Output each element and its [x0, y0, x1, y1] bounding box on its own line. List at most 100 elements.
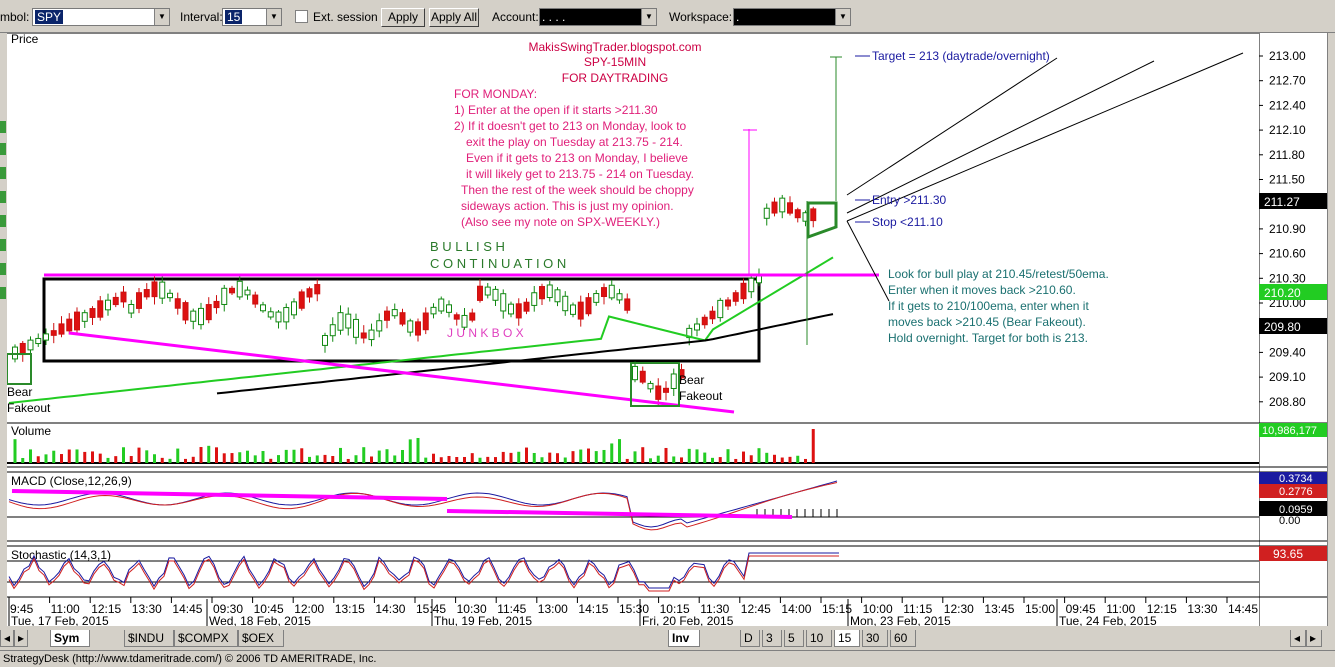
ema100-value: 209.80 [1264, 320, 1301, 334]
tab-period-d[interactable]: D [740, 630, 760, 647]
chart-area[interactable]: Price Volume MACD (Close,12,26,9) Stocha… [6, 32, 1259, 628]
candle-body [198, 307, 204, 326]
tab-period-15[interactable]: 15 [834, 630, 860, 647]
candle-body [616, 293, 623, 301]
bull-play-note: Look for bull play at 210.45/retest/50em… [888, 267, 1109, 281]
volume-bar [587, 448, 590, 463]
time-label: 13:15 [335, 602, 365, 616]
volume-bar [610, 443, 614, 463]
volume-bar [796, 455, 800, 463]
status-bar: StrategyDesk (http://www.tdameritrade.co… [0, 650, 1335, 667]
bull-play-note: If it gets to 210/100ema, enter when it [888, 299, 1089, 313]
candle-body [492, 288, 499, 301]
chevron-down-icon[interactable]: ▼ [266, 9, 281, 25]
apply-all-button[interactable]: Apply All [429, 8, 479, 27]
volume-bar [672, 456, 676, 463]
tab-indu[interactable]: $INDU [124, 630, 174, 647]
chevron-down-icon[interactable]: ▼ [835, 9, 850, 25]
candle-body [27, 339, 34, 351]
volume-bar [145, 450, 149, 463]
volume-bar [106, 457, 110, 463]
candle-body [740, 282, 747, 300]
tab-inv[interactable]: Inv [668, 630, 700, 647]
volume-bar [641, 447, 645, 463]
chevron-down-icon[interactable]: ▼ [641, 9, 656, 25]
volume-bar [354, 455, 358, 463]
candle-body [763, 207, 770, 219]
tab-period-60[interactable]: 60 [890, 630, 916, 647]
candle-body [221, 287, 228, 305]
candle-body [19, 342, 26, 356]
scroll-left-button[interactable]: ◂ [0, 630, 14, 647]
volume-bar [29, 449, 32, 463]
volume-bar [60, 454, 63, 463]
tab-sym[interactable]: Sym [50, 630, 90, 647]
symbol-label: mbol: [0, 10, 30, 24]
bullish-label: B U L L I S H [430, 239, 505, 254]
interval-combo[interactable]: 15 ▼ [222, 8, 282, 26]
candle-body [167, 292, 173, 299]
volume-bar [168, 458, 172, 463]
candle-body [732, 292, 739, 302]
volume-bar [563, 457, 567, 463]
tab-compx[interactable]: $COMPX [174, 630, 238, 647]
hscroll-left-button[interactable]: ◂ [1290, 630, 1306, 647]
junk-box-label: J U N K B O X [447, 326, 524, 340]
volume-bar [432, 453, 435, 463]
candle-body [384, 310, 390, 321]
time-label: 14:45 [1228, 602, 1258, 616]
volume-bar [331, 456, 335, 463]
candle-body [376, 320, 383, 332]
tab-period-10[interactable]: 10 [806, 630, 832, 647]
candle-body [554, 289, 561, 303]
hscroll-right-button[interactable]: ▸ [1306, 630, 1322, 647]
candle-body [570, 304, 576, 315]
candle-body [787, 202, 793, 214]
workspace-combo[interactable]: . ▼ [733, 8, 851, 26]
tab-period-5[interactable]: 5 [784, 630, 804, 647]
symbol-combo[interactable]: SPY ▼ [32, 8, 170, 26]
candle-body [275, 311, 282, 323]
volume-bar [416, 437, 420, 463]
time-label: 13:00 [538, 602, 568, 616]
tab-oex[interactable]: $OEX [238, 630, 284, 647]
volume-bar [153, 454, 156, 463]
price-axis[interactable]: 213.00 212.70 212.40 212.10 211.80 211.50 211.… [1258, 33, 1327, 626]
volume-bar [742, 451, 745, 463]
volume-bar [13, 439, 17, 463]
volume-bar [277, 455, 280, 463]
candle-body [725, 299, 731, 307]
price-axis-svg: 213.00 212.70 212.40 212.10 211.80 211.50 211.… [1258, 33, 1327, 626]
price-label: 212.70 [1269, 74, 1306, 88]
ext-session-checkbox[interactable] [295, 10, 308, 23]
ema100-line [216, 313, 834, 395]
drawing-tools-strip [0, 33, 7, 626]
candle-body [174, 298, 181, 309]
tab-period-3[interactable]: 3 [762, 630, 782, 647]
candle-body [329, 324, 336, 337]
candle-body [709, 310, 716, 320]
apply-button[interactable]: Apply [381, 8, 425, 27]
price-label: 211.80 [1269, 148, 1305, 162]
candle-body [453, 314, 460, 320]
price-chart-svg[interactable]: Price Volume MACD (Close,12,26,9) Stocha… [6, 32, 1259, 628]
scroll-right-button[interactable]: ▸ [14, 630, 28, 647]
candle-body [477, 285, 483, 301]
candle-body [205, 304, 212, 321]
price-label: 210.60 [1269, 247, 1306, 261]
bear-fakeout-box-left [6, 353, 32, 385]
candle-body [701, 316, 708, 326]
tab-period-30[interactable]: 30 [862, 630, 888, 647]
volume-bar [633, 451, 637, 463]
channel-line-upper [846, 57, 1058, 196]
volume-bar [494, 457, 497, 463]
volume-bar [811, 429, 815, 463]
bull-play-note: Hold overnight. Target for both is 213. [888, 331, 1088, 345]
chevron-down-icon[interactable]: ▼ [154, 9, 169, 25]
bear-fakeout-left: Fakeout [7, 401, 51, 415]
candle-body [322, 335, 328, 346]
volume-bar [703, 452, 707, 463]
account-combo[interactable]: . . . . ▼ [539, 8, 657, 26]
volume-bar [408, 439, 412, 463]
vertical-scrollbar[interactable] [1327, 33, 1335, 626]
